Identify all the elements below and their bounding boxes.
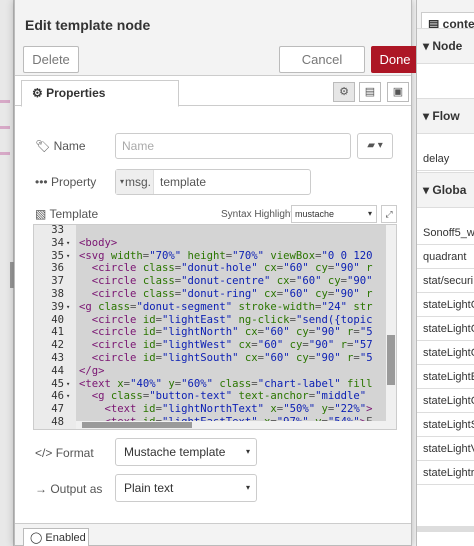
code-line[interactable]: <circle id="lightSouth" cx="60" cy="90" …: [79, 352, 373, 365]
global-context-item[interactable]: stateLightE: [417, 366, 474, 389]
global-context-item[interactable]: stateLightC: [417, 318, 474, 341]
arrow-right-icon: →: [35, 482, 51, 496]
delete-button[interactable]: Delete: [23, 46, 79, 73]
fold-arrow-icon[interactable]: ▾: [66, 250, 70, 263]
chevron-down-icon: ▾: [245, 483, 250, 492]
code-line[interactable]: <g class="button-text" text-anchor="midd…: [79, 390, 366, 403]
editor-horizontal-scrollbar[interactable]: [76, 421, 386, 429]
settings-gear-icon[interactable]: ⚙: [333, 82, 355, 102]
name-label: 🏷 Name: [35, 139, 86, 153]
template-code-editor[interactable]: 3334▾35▾36373839▾404142434445▾46▾474849 …: [33, 224, 397, 430]
format-select[interactable]: Mustache template ▾: [115, 438, 257, 466]
fold-arrow-icon[interactable]: ▾: [66, 237, 70, 250]
book-icon: ▰: [367, 140, 375, 151]
fold-arrow-icon[interactable]: ▾: [66, 378, 70, 391]
chevron-down-icon: ▾: [367, 209, 372, 218]
code-line[interactable]: <circle class="donut-ring" cx="60" cy="9…: [79, 288, 373, 301]
global-context-item[interactable]: quadrant: [417, 246, 474, 269]
code-line[interactable]: </g>: [79, 365, 105, 378]
info-sidebar: ▤ conte ▾ Node ▾ Flow delay ▾ Globa Sono…: [416, 0, 474, 546]
tab-properties[interactable]: ⚙ Properties: [21, 80, 179, 107]
sidebar-scrollbar[interactable]: [417, 526, 474, 532]
done-button[interactable]: Done: [371, 46, 419, 73]
editor-hscroll-thumb[interactable]: [82, 422, 192, 428]
fold-arrow-icon[interactable]: ▾: [66, 390, 70, 403]
workspace-edge: [0, 0, 14, 546]
property-type-selector[interactable]: ▾ msg.: [116, 170, 154, 194]
property-label: ••• Property: [35, 175, 97, 189]
syntax-highlight-select[interactable]: mustache ▾: [291, 205, 377, 223]
flow-item[interactable]: delay: [417, 148, 474, 171]
code-icon: </>: [35, 446, 56, 460]
editor-vertical-scrollbar[interactable]: [386, 225, 396, 429]
tag-icon: 🏷: [35, 139, 54, 153]
code-area[interactable]: <body> <svg width="70%" height="70%" view…: [76, 225, 386, 429]
property-value: template: [160, 175, 207, 189]
output-label: → Output as: [35, 482, 103, 496]
section-flow[interactable]: ▾ Flow: [417, 98, 474, 134]
syntax-highlight-label: Syntax Highlight:: [221, 209, 297, 220]
global-context-item[interactable]: stateLightC: [417, 294, 474, 317]
tray-tabs: ⚙ Properties ⚙ ▤ ▣: [15, 76, 411, 107]
name-input[interactable]: Name: [115, 133, 351, 159]
circle-icon: ◯: [30, 532, 46, 544]
fold-arrow-icon[interactable]: ▾: [66, 301, 70, 314]
expand-editor-button[interactable]: ⤢: [381, 205, 397, 223]
code-line[interactable]: <text id="lightNorthText" x="50%" y="22%…: [79, 403, 373, 416]
code-line[interactable]: <circle class="donut-hole" cx="60" cy="9…: [79, 262, 373, 275]
file-code-icon: ▧: [35, 207, 50, 221]
code-line[interactable]: <circle id="lightNorth" cx="60" cy="90" …: [79, 326, 373, 339]
appearance-frame-icon[interactable]: ▣: [387, 82, 409, 102]
editor-window: Edit template node Delete Cancel Done ⚙ …: [0, 0, 474, 546]
chevron-down-icon: ▾: [120, 177, 125, 186]
chevron-down-icon: ▾: [423, 109, 433, 123]
global-context-item[interactable]: Sonoff5_w: [417, 222, 474, 245]
code-line[interactable]: <circle class="donut-centre" cx="60" cy=…: [79, 275, 373, 288]
output-select[interactable]: Plain text ▾: [115, 474, 257, 502]
code-line[interactable]: <g class="donut-segment" stroke-width="2…: [79, 301, 372, 314]
chevron-down-icon: ▾: [423, 183, 433, 197]
code-line[interactable]: <circle id="lightEast" ng-click="send({t…: [79, 314, 373, 327]
cancel-button[interactable]: Cancel: [279, 46, 365, 73]
editor-scroll-thumb[interactable]: [387, 335, 395, 385]
global-context-item[interactable]: stateLightV: [417, 438, 474, 461]
code-line[interactable]: <circle id="lightWest" cx="60" cy="90" r…: [79, 339, 373, 352]
tray-title: Edit template node: [25, 17, 151, 33]
code-line[interactable]: <text x="40%" y="60%" class="chart-label…: [79, 378, 373, 391]
code-line[interactable]: <svg width="70%" height="70%" viewBox="0…: [79, 250, 373, 263]
global-context-item[interactable]: stateLightC: [417, 342, 474, 365]
gear-icon: ⚙: [32, 86, 47, 100]
chevron-down-icon: ▾: [245, 447, 250, 456]
tray-footer: ◯ Enabled: [15, 523, 411, 546]
global-context-item[interactable]: stateLightr: [417, 462, 474, 485]
line-number-gutter: 3334▾35▾36373839▾404142434445▾46▾474849: [34, 225, 76, 429]
section-node[interactable]: ▾ Node: [417, 28, 474, 64]
ellipsis-icon: •••: [35, 175, 51, 189]
edit-tray: Edit template node Delete Cancel Done ⚙ …: [14, 0, 419, 546]
enabled-toggle[interactable]: ◯ Enabled: [23, 528, 89, 546]
global-context-item[interactable]: stat/securi: [417, 270, 474, 293]
description-doc-icon[interactable]: ▤: [359, 82, 381, 102]
code-line[interactable]: <body>: [79, 237, 117, 250]
section-global[interactable]: ▾ Globa: [417, 172, 474, 208]
chevron-down-icon: ▾: [423, 39, 433, 53]
syntax-highlight-value: mustache: [295, 209, 335, 219]
format-label: </> Format: [35, 446, 94, 460]
property-input[interactable]: ▾ msg. template: [115, 169, 311, 195]
global-context-item[interactable]: stateLightS: [417, 414, 474, 437]
global-context-item[interactable]: stateLightC: [417, 390, 474, 413]
tab-properties-label: Properties: [46, 86, 106, 100]
name-options-button[interactable]: ▰ ▾: [357, 133, 393, 159]
template-label: ▧ Template: [35, 207, 99, 221]
